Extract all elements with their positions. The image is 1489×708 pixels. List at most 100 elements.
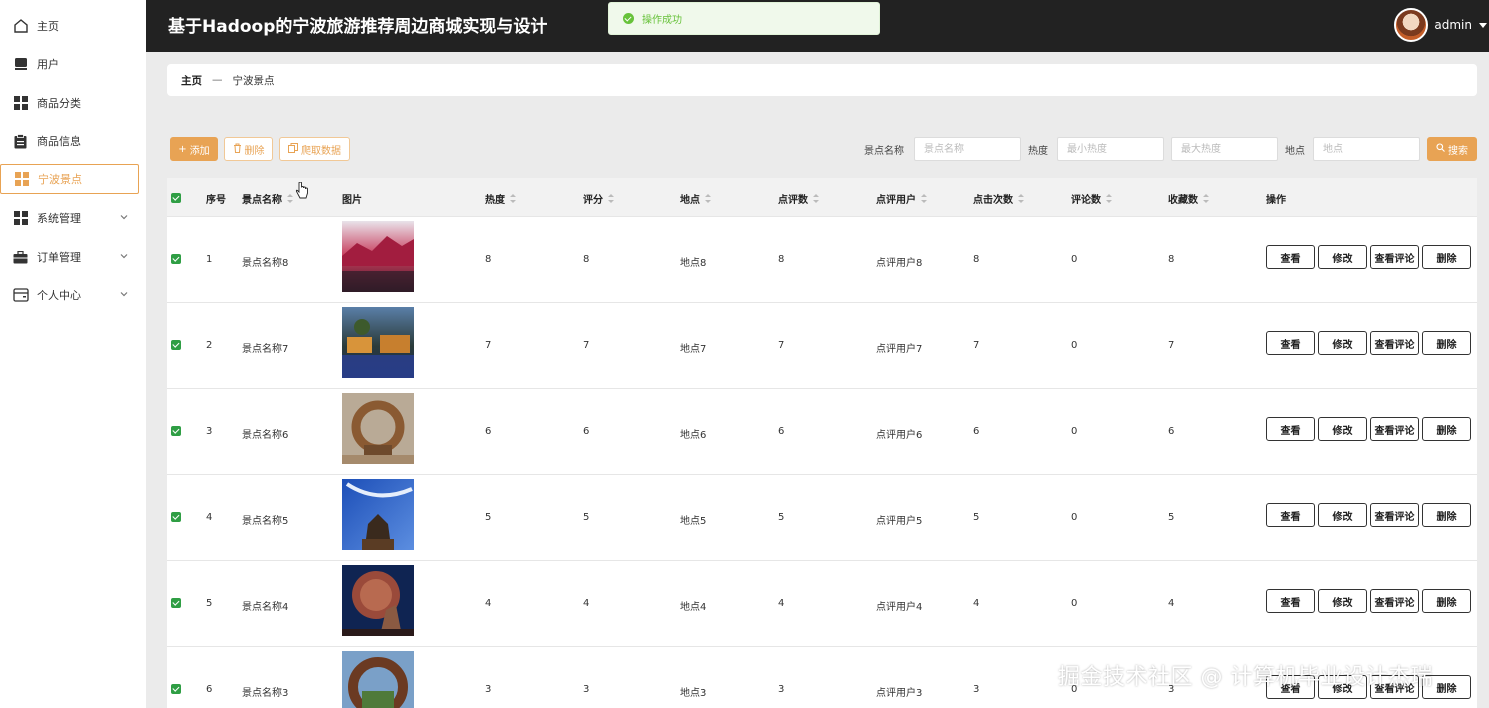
sidebar-item-personal-center[interactable]: 个人中心: [0, 280, 139, 310]
sidebar-item-users[interactable]: 用户: [0, 49, 139, 79]
attraction-image: [342, 307, 414, 378]
cell-score: 6: [583, 426, 590, 437]
col-header-label: 图片: [342, 195, 362, 206]
cell-location: 地点3: [680, 688, 707, 699]
location-filter-label: 地点: [1285, 146, 1305, 157]
delete-row-button[interactable]: 删除: [1422, 503, 1471, 527]
view-button[interactable]: 查看: [1266, 417, 1315, 441]
sort-icon[interactable]: [813, 194, 819, 203]
sort-icon[interactable]: [705, 194, 711, 203]
location-search-input[interactable]: [1313, 137, 1420, 161]
delete-row-button[interactable]: 删除: [1422, 331, 1471, 355]
row-checkbox[interactable]: [171, 254, 181, 264]
cell-no: 6: [206, 684, 213, 695]
user-menu[interactable]: admin: [1394, 6, 1489, 44]
sidebar-item-order-management[interactable]: 订单管理: [0, 242, 139, 272]
view-comments-button[interactable]: 查看评论: [1370, 589, 1419, 613]
cell-score: 5: [583, 512, 590, 523]
row-checkbox[interactable]: [171, 512, 181, 522]
col-header-reviews[interactable]: 点评数: [778, 191, 819, 206]
view-comments-button[interactable]: 查看评论: [1370, 331, 1419, 355]
breadcrumb-home[interactable]: 主页: [181, 73, 202, 88]
success-toast: 操作成功: [608, 2, 880, 35]
avatar[interactable]: [1394, 8, 1429, 42]
row-checkbox[interactable]: [171, 340, 181, 350]
min-heat-input[interactable]: [1057, 137, 1164, 161]
delete-row-button[interactable]: 删除: [1422, 417, 1471, 441]
view-comments-button[interactable]: 查看评论: [1370, 245, 1419, 269]
cell-favorites: 5: [1168, 512, 1175, 523]
cell-reviewer: 点评用户8: [876, 258, 923, 269]
add-button[interactable]: + 添加: [170, 137, 218, 161]
max-heat-input[interactable]: [1171, 137, 1278, 161]
sort-icon[interactable]: [287, 194, 293, 203]
sort-icon[interactable]: [1106, 194, 1112, 203]
edit-button[interactable]: 修改: [1318, 589, 1367, 613]
cell-favorites: 6: [1168, 426, 1175, 437]
view-button[interactable]: 查看: [1266, 589, 1315, 613]
sort-icon[interactable]: [1203, 194, 1209, 203]
col-header-score[interactable]: 评分: [583, 191, 614, 206]
col-header-label: 收藏数: [1168, 195, 1198, 206]
edit-button[interactable]: 修改: [1318, 417, 1367, 441]
cell-reviews: 4: [778, 598, 785, 609]
sort-icon[interactable]: [1018, 194, 1024, 203]
cell-reviewer: 点评用户5: [876, 516, 923, 527]
delete-button[interactable]: 删除: [224, 137, 273, 161]
col-header-reviewer[interactable]: 点评用户: [876, 191, 927, 206]
user-name[interactable]: admin: [1434, 18, 1472, 32]
copy-icon: [288, 142, 298, 156]
col-header-label: 评论数: [1071, 195, 1101, 206]
sidebar-item-home[interactable]: 主页: [0, 11, 139, 41]
sidebar-item-categories[interactable]: 商品分类: [0, 88, 139, 118]
delete-row-button[interactable]: 删除: [1422, 245, 1471, 269]
col-header-label: 热度: [485, 195, 505, 206]
col-header-location[interactable]: 地点: [680, 191, 711, 206]
cell-no: 3: [206, 426, 213, 437]
edit-button[interactable]: 修改: [1318, 503, 1367, 527]
search-icon: [1436, 143, 1445, 155]
select-all-checkbox[interactable]: [171, 193, 181, 203]
caret-down-icon[interactable]: [1479, 22, 1487, 28]
name-search-input[interactable]: [914, 137, 1021, 161]
edit-button[interactable]: 修改: [1318, 331, 1367, 355]
table-header: 序号 景点名称 图片 热度 评分 地点 点评数 点评用户 点击次数 评论数 收藏…: [167, 178, 1477, 217]
sidebar-item-ningbo-attractions[interactable]: 宁波景点: [0, 164, 139, 194]
row-checkbox[interactable]: [171, 426, 181, 436]
col-header-clicks[interactable]: 点击次数: [973, 191, 1024, 206]
cell-heat: 6: [485, 426, 492, 437]
breadcrumb-current: 宁波景点: [232, 74, 275, 87]
col-header-heat[interactable]: 热度: [485, 191, 516, 206]
cell-favorites: 4: [1168, 598, 1175, 609]
col-header-name[interactable]: 景点名称: [242, 191, 293, 206]
col-header-comments[interactable]: 评论数: [1071, 191, 1112, 206]
sidebar-item-products[interactable]: 商品信息: [0, 126, 139, 156]
grid-icon: [12, 210, 29, 227]
row-checkbox[interactable]: [171, 598, 181, 608]
sidebar-item-system-management[interactable]: 系统管理: [0, 203, 139, 233]
row-checkbox[interactable]: [171, 684, 181, 694]
cell-reviews: 6: [778, 426, 785, 437]
col-header-label: 序号: [206, 195, 226, 206]
home-icon: [12, 18, 29, 35]
sort-icon[interactable]: [921, 194, 927, 203]
view-button[interactable]: 查看: [1266, 245, 1315, 269]
col-header-label: 点评用户: [876, 195, 916, 206]
search-button[interactable]: 搜索: [1427, 137, 1477, 161]
sort-icon[interactable]: [510, 194, 516, 203]
grid-icon: [12, 95, 29, 112]
attraction-image: [342, 565, 414, 636]
delete-row-button[interactable]: 删除: [1422, 589, 1471, 613]
delete-button-label: 删除: [244, 145, 265, 157]
view-comments-button[interactable]: 查看评论: [1370, 417, 1419, 441]
view-button[interactable]: 查看: [1266, 503, 1315, 527]
sort-icon[interactable]: [608, 194, 614, 203]
view-button[interactable]: 查看: [1266, 331, 1315, 355]
edit-button[interactable]: 修改: [1318, 245, 1367, 269]
check-circle-icon: [623, 13, 634, 24]
chevron-down-icon: [119, 251, 129, 261]
col-header-favorites[interactable]: 收藏数: [1168, 191, 1209, 206]
crawl-data-button[interactable]: 爬取数据: [279, 137, 350, 161]
cell-name: 景点名称7: [242, 344, 289, 355]
view-comments-button[interactable]: 查看评论: [1370, 503, 1419, 527]
